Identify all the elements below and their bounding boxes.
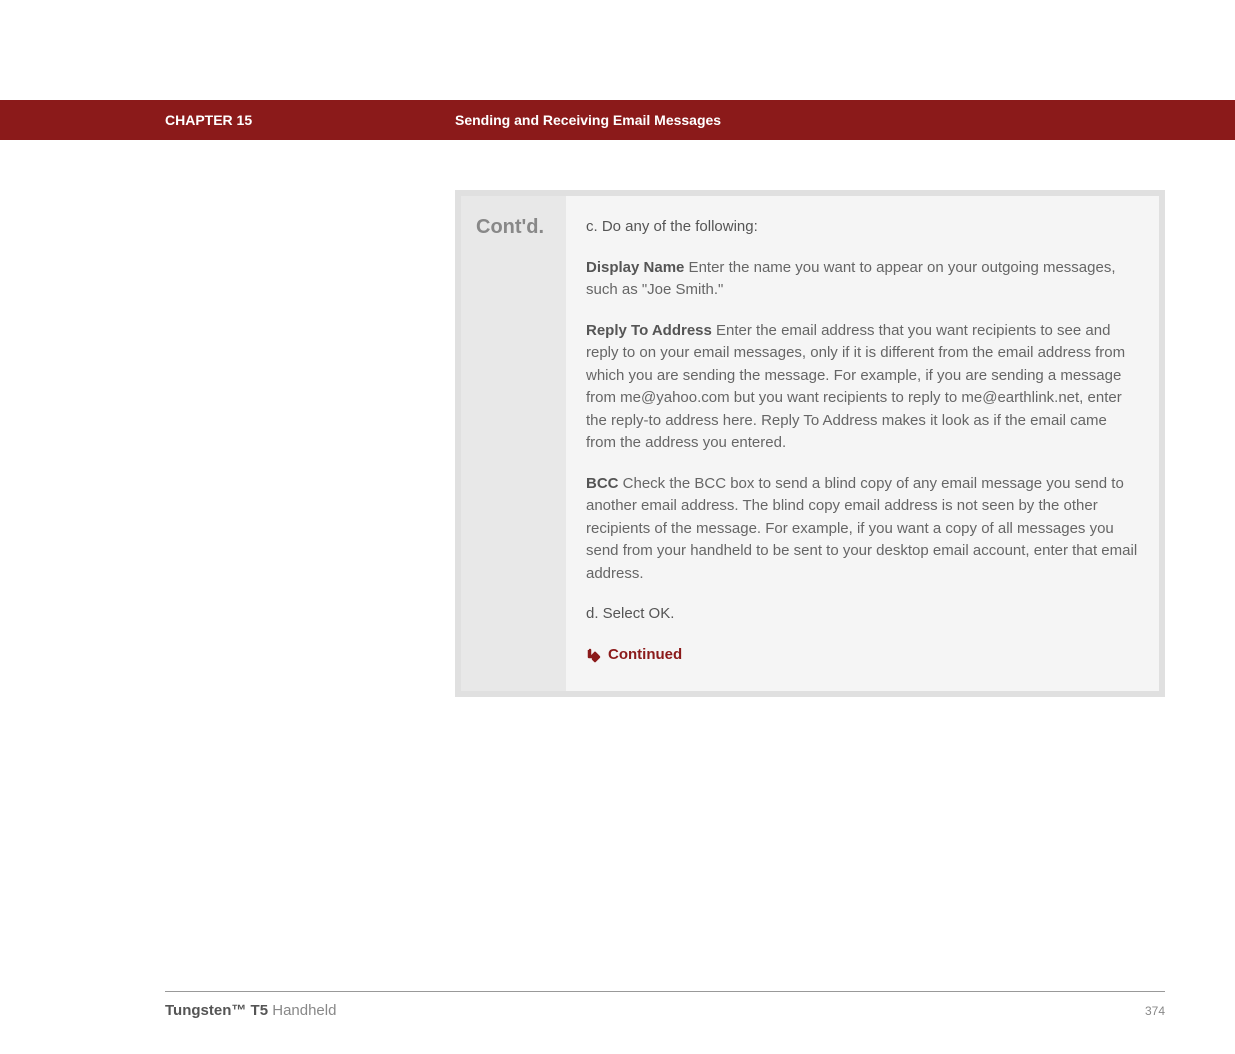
continued-arrow-icon xyxy=(586,647,602,663)
reply-to-label: Reply To Address xyxy=(586,322,712,339)
chapter-header: CHAPTER 15 Sending and Receiving Email M… xyxy=(0,100,1235,140)
continued-text: Continued xyxy=(608,644,682,667)
page-footer: Tungsten™ T5 Handheld 374 xyxy=(165,991,1165,1019)
display-name-label: Display Name xyxy=(586,259,684,276)
reply-to-paragraph: Reply To Address Enter the email address… xyxy=(586,320,1139,455)
section-title: Sending and Receiving Email Messages xyxy=(455,112,721,128)
footer-product-rest: Handheld xyxy=(268,1002,336,1019)
chapter-number: CHAPTER 15 xyxy=(165,112,455,128)
continued-row: Continued xyxy=(586,644,1139,667)
footer-page-number: 374 xyxy=(1145,1004,1165,1018)
reply-to-text: Enter the email address that you want re… xyxy=(586,322,1125,452)
display-name-paragraph: Display Name Enter the name you want to … xyxy=(586,257,1139,302)
step-label: Cont'd. xyxy=(476,216,551,239)
footer-product-bold: Tungsten™ T5 xyxy=(165,1002,268,1019)
bcc-text: Check the BCC box to send a blind copy o… xyxy=(586,475,1137,582)
footer-product: Tungsten™ T5 Handheld xyxy=(165,1002,336,1019)
step-column: Cont'd. xyxy=(461,196,566,691)
content-column: c. Do any of the following: Display Name… xyxy=(566,196,1159,691)
bcc-label: BCC xyxy=(586,475,619,492)
instruction-box: Cont'd. c. Do any of the following: Disp… xyxy=(455,190,1165,697)
bcc-paragraph: BCC Check the BCC box to send a blind co… xyxy=(586,473,1139,586)
instruction-item-d: d. Select OK. xyxy=(586,603,1139,626)
instruction-item-c: c. Do any of the following: xyxy=(586,216,1139,239)
